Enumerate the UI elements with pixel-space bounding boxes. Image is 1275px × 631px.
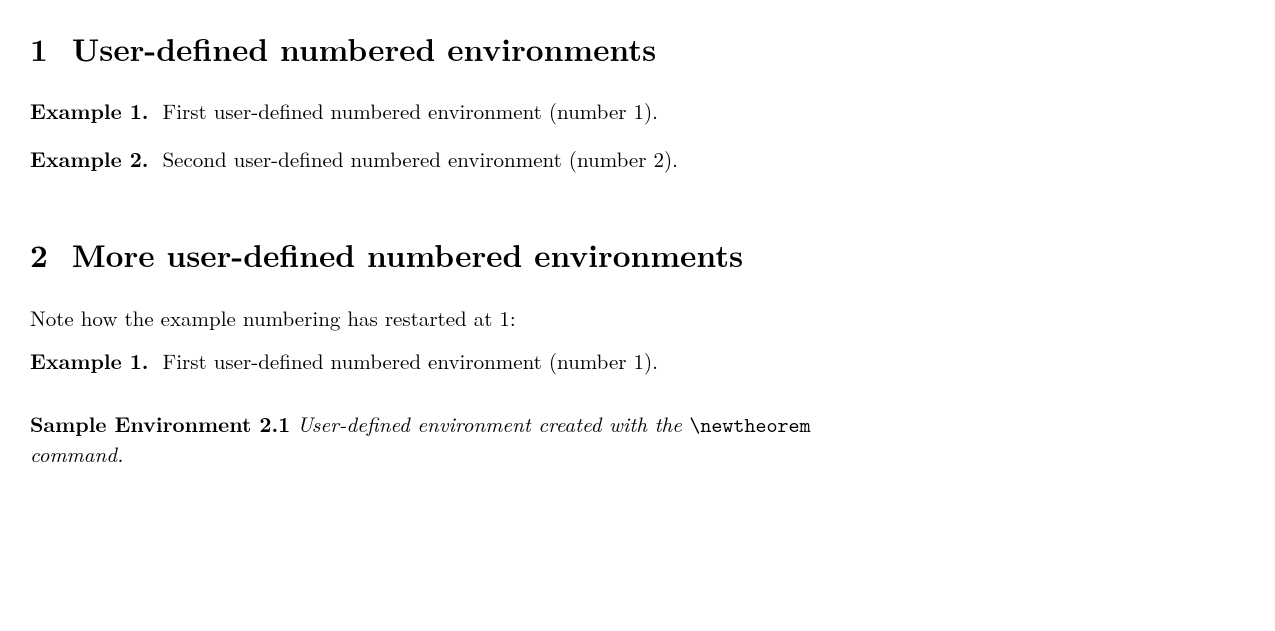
section-2-note: Note how the example numbering has resta… (30, 304, 1245, 333)
example-label: Example 1. (30, 96, 148, 126)
example-text: Second user-defined numbered environment… (162, 144, 677, 174)
example-label: Example 2. (30, 144, 148, 174)
sample-environment: Sample Environment 2.1 User-defined envi… (30, 410, 1245, 468)
section-1-heading: 1 User-defined numbered environments (30, 28, 1245, 71)
example-text: First user-defined numbered environment … (162, 346, 658, 376)
section-1-title: User-defined numbered environments (72, 27, 656, 71)
section-2-heading: 2 More user-defined numbered environments (30, 234, 1245, 277)
sample-env-label: Sample Environment 2.1 (30, 409, 290, 439)
section-1-number: 1 (30, 28, 48, 71)
example-item: Example 2. Second user-defined numbered e… (30, 145, 1245, 174)
section-2-title: More user-defined numbered environments (72, 233, 743, 277)
sample-env-command: \newtheorem (689, 411, 810, 439)
example-item: Example 1. First user-defined numbered en… (30, 347, 1245, 376)
example-text: First user-defined numbered environment … (162, 96, 658, 126)
example-item: Example 1. First user-defined numbered en… (30, 97, 1245, 126)
sample-env-text-before: User-defined environment created with th… (297, 409, 689, 439)
example-label: Example 1. (30, 346, 148, 376)
sample-env-text-after: command. (30, 439, 123, 469)
section-2-number: 2 (30, 234, 48, 277)
